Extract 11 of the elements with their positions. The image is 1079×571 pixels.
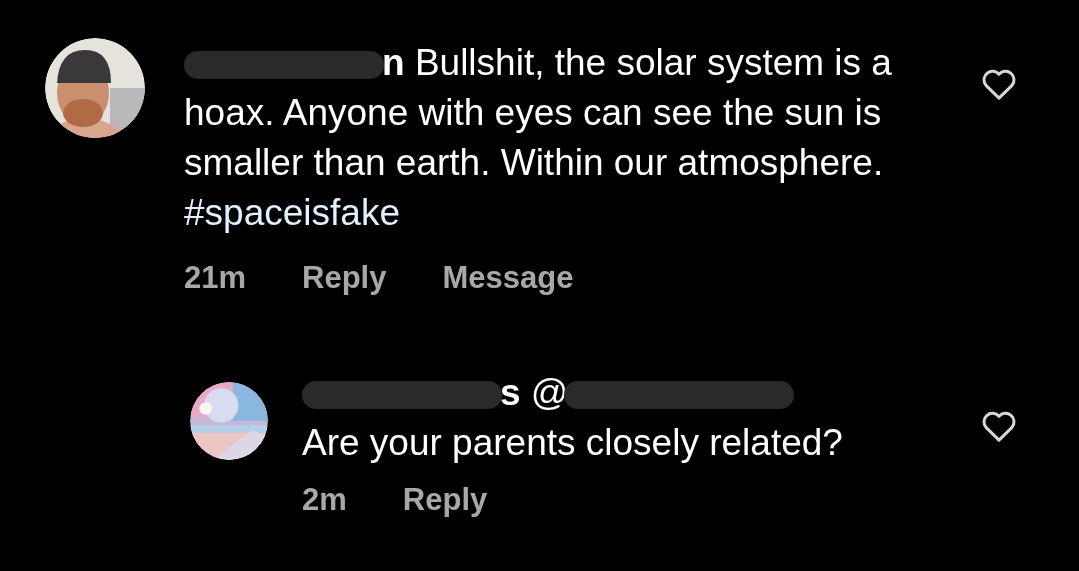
hashtag-link[interactable]: #spaceisfake [184, 192, 400, 233]
comment-text: n Bullshit, the solar system is a hoax. Anyone with eyes can see the sun is smaller than earth. Within our atmosphere. #spaceisfake [184, 41, 893, 235]
action-link[interactable]: Reply [402, 482, 488, 518]
username-link[interactable]: s [500, 372, 521, 413]
timestamp: 21m [184, 260, 247, 296]
action-link[interactable]: Reply [302, 260, 387, 296]
timestamp: 2m [302, 482, 347, 518]
mention-link[interactable]: @ [530, 372, 569, 413]
action-link[interactable]: Message [442, 260, 574, 296]
username-link[interactable]: n [382, 42, 405, 83]
comment-text: s @ Are your parents closely related? [302, 371, 844, 465]
